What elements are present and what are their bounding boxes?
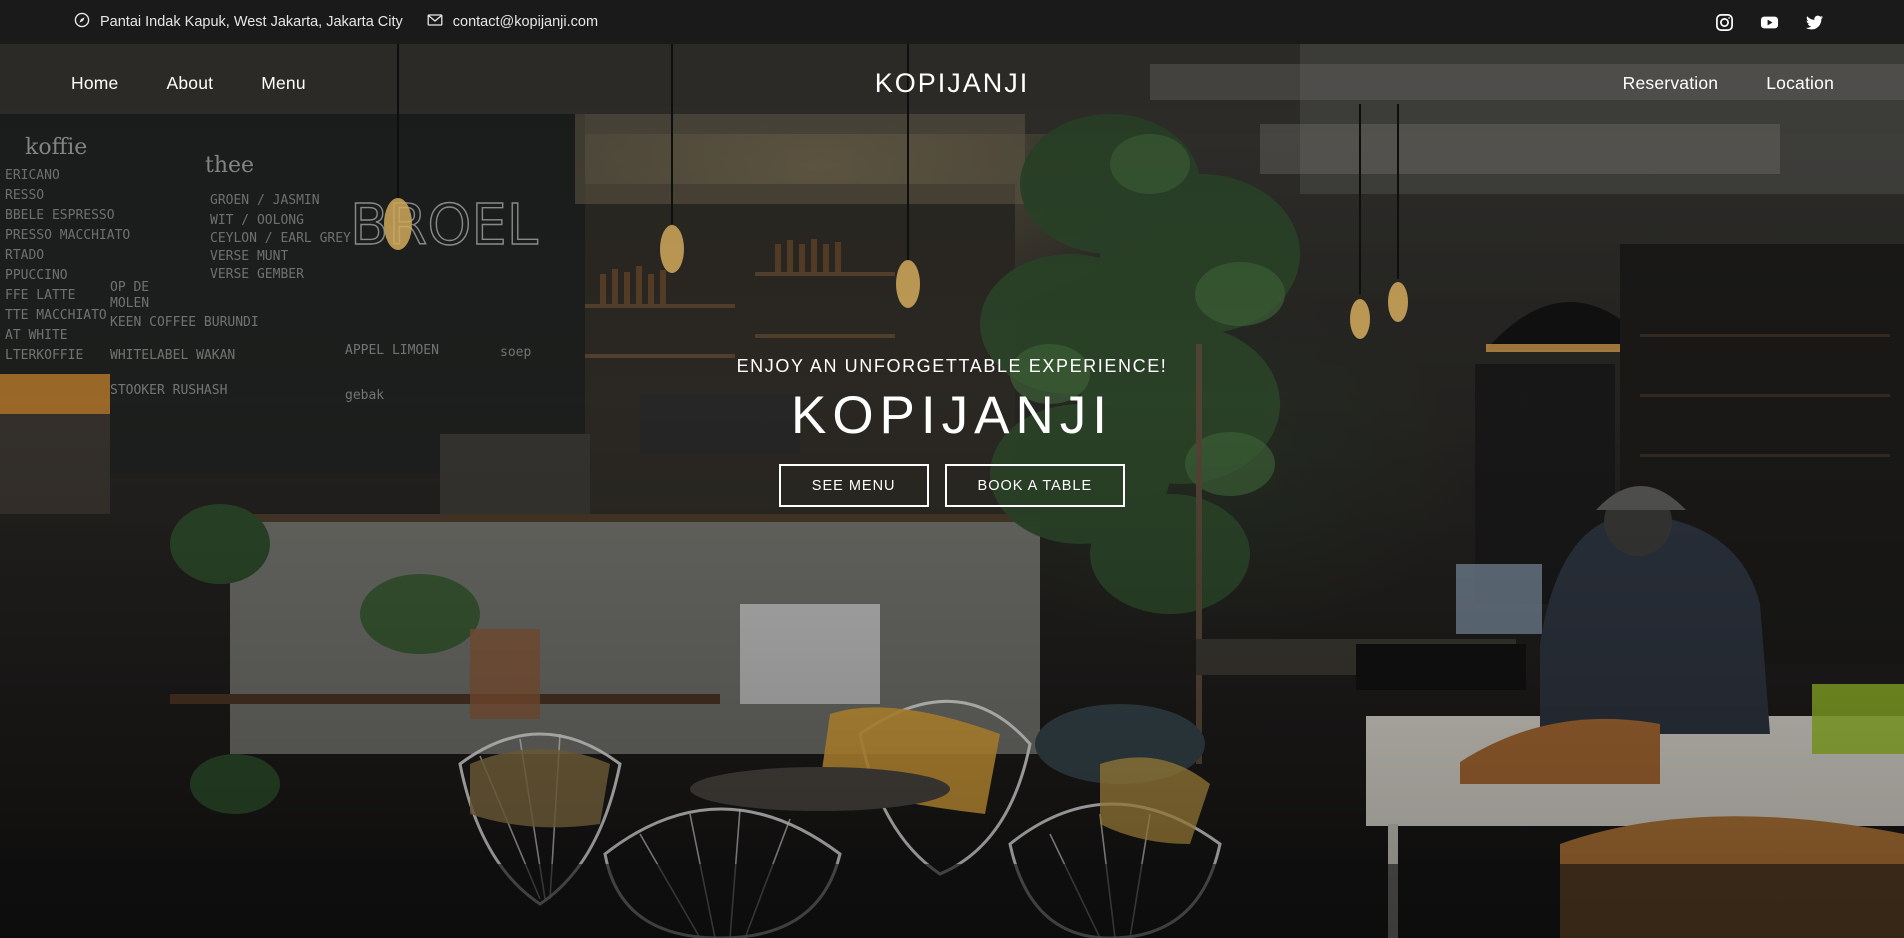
main-navigation: KOPIJANJI Home About Menu Reservation Lo… <box>0 44 1904 122</box>
hero-tagline: ENJOY AN UNFORGETTABLE EXPERIENCE! <box>736 356 1168 376</box>
twitter-icon[interactable] <box>1805 13 1824 32</box>
address-text: Pantai Indak Kapuk, West Jakarta, Jakart… <box>100 14 403 30</box>
address-item: Pantai Indak Kapuk, West Jakarta, Jakart… <box>74 12 403 32</box>
compass-icon <box>74 12 90 32</box>
top-info-bar: Pantai Indak Kapuk, West Jakarta, Jakart… <box>0 0 1904 44</box>
instagram-icon[interactable] <box>1715 13 1734 32</box>
social-links <box>1715 13 1830 32</box>
brand-logo-text[interactable]: KOPIJANJI <box>875 68 1030 99</box>
youtube-icon[interactable] <box>1760 13 1779 32</box>
hero-title: KOPIJANJI <box>790 386 1113 445</box>
email-link[interactable]: contact@kopijanji.com <box>453 14 598 30</box>
brand-logo[interactable]: KOPIJANJI <box>0 68 1904 99</box>
email-item[interactable]: contact@kopijanji.com <box>427 12 598 32</box>
hero-buttons: SEE MENU BOOK A TABLE <box>0 464 1904 507</box>
contact-info: Pantai Indak Kapuk, West Jakarta, Jakart… <box>74 12 598 32</box>
envelope-icon <box>427 12 443 32</box>
hero-content: ENJOY AN UNFORGETTABLE EXPERIENCE! KOPIJ… <box>0 356 1904 507</box>
see-menu-button[interactable]: SEE MENU <box>778 464 929 507</box>
book-table-button[interactable]: BOOK A TABLE <box>944 464 1126 507</box>
